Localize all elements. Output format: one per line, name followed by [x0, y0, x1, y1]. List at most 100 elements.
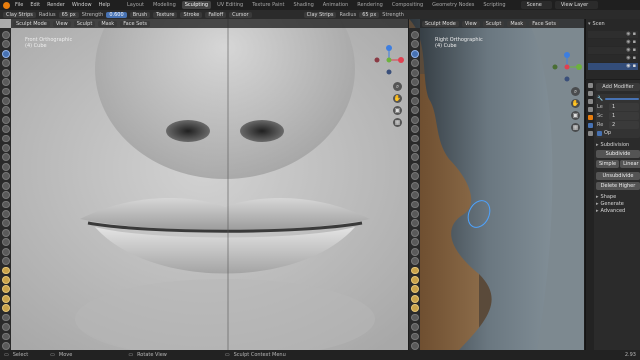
right-tool-clay-icon[interactable] — [410, 59, 419, 68]
advanced-section-label[interactable]: Advanced — [601, 208, 626, 214]
menu-file[interactable]: File — [13, 2, 25, 8]
gizmo-z-icon[interactable] — [386, 45, 392, 51]
right-tool-draw-icon[interactable] — [410, 31, 419, 39]
outliner-row-selected[interactable]: ◉ ▪ — [588, 63, 638, 70]
tool-inflate-icon[interactable] — [1, 78, 10, 86]
gizmo-y-icon[interactable] — [386, 57, 392, 63]
menu-stroke[interactable]: Stroke — [180, 11, 203, 18]
right-pan-hand-icon[interactable]: ✋ — [571, 99, 580, 108]
tool-scrape-icon[interactable] — [1, 134, 10, 143]
right-menu-view[interactable]: View — [461, 20, 480, 27]
right-tool-lasso-mask-icon[interactable] — [410, 294, 419, 303]
workspace-tab-layout[interactable]: Layout — [124, 1, 147, 9]
radius-field[interactable]: 65 px — [58, 11, 79, 18]
outliner-row[interactable]: ◉ ▪ — [588, 47, 638, 54]
tool-box-mask-icon[interactable] — [1, 285, 10, 294]
tool-snake-hook-icon[interactable] — [1, 181, 10, 190]
left-menu-face-sets[interactable]: Face Sets — [120, 20, 150, 27]
right-tool-crease-icon[interactable] — [410, 96, 419, 105]
right-tool-boundary-icon[interactable] — [410, 238, 419, 247]
right-gizmo-y-icon[interactable] — [576, 64, 582, 70]
right-tool-layer-icon[interactable] — [410, 68, 419, 77]
outliner-expand-icon[interactable]: ▾ — [588, 21, 591, 27]
linear-button[interactable]: Linear — [620, 160, 640, 168]
object-tab-icon[interactable] — [587, 115, 593, 120]
tool-multiplane-scrape-icon[interactable] — [1, 144, 10, 152]
left-navigation-gizmo[interactable] — [374, 45, 404, 75]
right-radius-field[interactable]: 65 px — [359, 11, 380, 18]
right-zoom-icon[interactable]: ⌕ — [571, 87, 580, 96]
outliner-row[interactable]: ◉ ▪ — [588, 55, 638, 62]
right-tool-multiplane-scrape-icon[interactable] — [410, 144, 419, 152]
right-tool-nudge-icon[interactable] — [410, 210, 419, 218]
right-tool-smooth-icon[interactable] — [410, 106, 419, 115]
visibility-eye-icon[interactable]: ◉ — [626, 31, 630, 38]
tool-pinch-icon[interactable] — [1, 153, 10, 162]
levels-viewport-field[interactable]: 1 — [609, 103, 639, 111]
right-grid-icon[interactable]: ▦ — [571, 123, 580, 132]
subdivision-section-label[interactable]: Subdivision — [601, 142, 630, 148]
tool-thumb-icon[interactable] — [1, 191, 10, 199]
simple-button[interactable]: Simple — [596, 160, 620, 168]
workspace-tab-compositing[interactable]: Compositing — [389, 1, 426, 9]
tool-blob-icon[interactable] — [1, 87, 10, 96]
generate-section-label[interactable]: Generate — [601, 201, 624, 207]
tool-move-icon[interactable] — [1, 323, 10, 331]
tool-fill-icon[interactable] — [1, 125, 10, 134]
camera-toggle-icon[interactable]: ▪ — [633, 39, 636, 46]
visibility-eye-icon[interactable]: ◉ — [626, 63, 630, 70]
camera-toggle-icon[interactable]: ▪ — [633, 47, 636, 54]
right-tool-snake-hook-icon[interactable] — [410, 181, 419, 190]
modifier-name-field[interactable] — [605, 98, 639, 100]
right-viewport[interactable]: Sculpt Mode View Sculpt Mask Face Sets R… — [409, 19, 584, 350]
right-gizmo-x-icon[interactable] — [564, 64, 570, 70]
scene-tab-icon[interactable] — [587, 107, 593, 112]
tool-lasso-mask-icon[interactable] — [1, 294, 10, 303]
tool-transform-icon[interactable] — [1, 332, 10, 341]
camera-toggle-icon[interactable]: ▪ — [633, 31, 636, 38]
scene-selector[interactable]: Scene — [520, 1, 552, 9]
render-tab-icon[interactable] — [587, 91, 593, 96]
workspace-tab-uv-editing[interactable]: UV Editing — [214, 1, 246, 9]
menu-cursor[interactable]: Cursor — [229, 11, 252, 18]
workspace-tab-modeling[interactable]: Modeling — [150, 1, 179, 9]
right-menu-mask[interactable]: Mask — [507, 20, 527, 27]
right-tool-slide-relax-icon[interactable] — [410, 228, 419, 237]
left-mode-selector[interactable]: Sculpt Mode — [13, 20, 50, 27]
tool-mesh-filter-icon[interactable] — [1, 313, 10, 322]
tool-pose-icon[interactable] — [1, 200, 10, 209]
workspace-tab-geometry-nodes[interactable]: Geometry Nodes — [429, 1, 477, 9]
tool-nudge-icon[interactable] — [1, 210, 10, 218]
physics-tab-icon[interactable] — [587, 131, 593, 136]
workspace-tab-texture-paint[interactable]: Texture Paint — [249, 1, 287, 9]
right-tool-transform-icon[interactable] — [410, 332, 419, 341]
camera-icon[interactable]: ▣ — [393, 106, 402, 115]
render-levels-field[interactable]: 2 — [609, 121, 639, 129]
menu-edit[interactable]: Edit — [28, 2, 42, 8]
workspace-tab-rendering[interactable]: Rendering — [354, 1, 386, 9]
grid-icon[interactable]: ▦ — [393, 118, 402, 127]
right-tool-box-mask-icon[interactable] — [410, 285, 419, 294]
right-tool-mesh-filter-icon[interactable] — [410, 313, 419, 322]
workspace-tab-shading[interactable]: Shading — [290, 1, 316, 9]
delete-higher-button[interactable]: Delete Higher — [596, 182, 640, 190]
right-tool-fill-icon[interactable] — [410, 125, 419, 134]
tool-mask-icon[interactable] — [1, 266, 10, 275]
right-gizmo-z-icon[interactable] — [564, 52, 570, 58]
sculpt-levels-field[interactable]: 1 — [609, 112, 639, 120]
tool-simplify-icon[interactable] — [1, 257, 10, 265]
camera-toggle-icon[interactable]: ▪ — [633, 55, 636, 62]
menu-help[interactable]: Help — [97, 2, 112, 8]
right-tool-cloth-icon[interactable] — [410, 247, 419, 256]
right-tool-draw-sharp-icon[interactable] — [410, 40, 419, 49]
right-tool-annotate-icon[interactable] — [410, 341, 419, 350]
right-tool-rotate-icon[interactable] — [410, 219, 419, 228]
left-viewport[interactable]: Sculpt Mode View Sculpt Mask Face Sets F… — [0, 19, 408, 350]
right-tool-grab-icon[interactable] — [410, 162, 419, 171]
workspace-tab-animation[interactable]: Animation — [320, 1, 352, 9]
workspace-tab-sculpting[interactable]: Sculpting — [181, 1, 212, 9]
menu-render[interactable]: Render — [45, 2, 67, 8]
right-camera-icon[interactable]: ▣ — [571, 111, 580, 120]
menu-brush[interactable]: Brush — [129, 11, 151, 18]
left-menu-view[interactable]: View — [52, 20, 71, 27]
